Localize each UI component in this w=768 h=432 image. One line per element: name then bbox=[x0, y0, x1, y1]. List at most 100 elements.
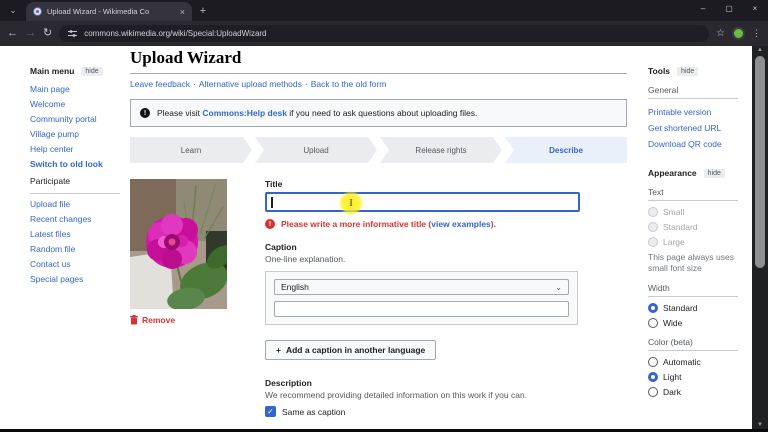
step-upload[interactable]: Upload bbox=[255, 137, 377, 163]
tools-section-general: General bbox=[648, 85, 738, 99]
upload-thumbnail-block: Remove bbox=[130, 179, 227, 429]
alternative-upload-methods-link[interactable]: Alternative upload methods bbox=[199, 79, 302, 89]
browser-tab[interactable]: Upload Wizard - Wikimedia Co × bbox=[26, 2, 192, 21]
radio-color-light[interactable] bbox=[648, 371, 658, 382]
radio-color-automatic-label: Automatic bbox=[663, 356, 701, 367]
step-release-rights[interactable]: Release rights bbox=[380, 137, 502, 163]
minimize-button[interactable]: – bbox=[690, 0, 716, 16]
main-menu-hide-button[interactable]: hide bbox=[81, 66, 103, 76]
description-label: Description bbox=[265, 378, 312, 388]
sidebar-item-main-page[interactable]: Main page bbox=[30, 82, 126, 97]
color-option-dark[interactable]: Dark bbox=[648, 386, 748, 397]
sidebar-item-recent-changes[interactable]: Recent changes bbox=[30, 212, 126, 227]
radio-large bbox=[648, 236, 658, 247]
remove-button[interactable]: Remove bbox=[130, 315, 227, 325]
radio-large-label: Large bbox=[663, 236, 685, 247]
sidebar-item-welcome[interactable]: Welcome bbox=[30, 97, 126, 112]
leave-feedback-link[interactable]: Leave feedback bbox=[130, 79, 190, 89]
mouse-cursor-highlight: I bbox=[339, 191, 363, 215]
radio-color-automatic[interactable] bbox=[648, 356, 658, 367]
vertical-scrollbar[interactable]: ▲ ▼ bbox=[752, 46, 768, 429]
caption-input[interactable] bbox=[274, 301, 569, 317]
tab-title: Upload Wizard - Wikimedia Co bbox=[47, 7, 150, 16]
same-as-caption-checkbox[interactable]: ✓ bbox=[265, 406, 276, 417]
radio-width-wide[interactable] bbox=[648, 317, 658, 328]
main-column: Upload Wizard Leave feedback · Alternative… bbox=[130, 48, 627, 429]
browser-menu-icon[interactable]: ⋮ bbox=[752, 28, 761, 39]
sidebar-item-village-pump[interactable]: Village pump bbox=[30, 127, 126, 142]
text-size-note: This page always uses small font size bbox=[648, 252, 734, 274]
tab-search-button[interactable]: ⌄ bbox=[0, 0, 26, 21]
download-qr-code-link[interactable]: Download QR code bbox=[648, 136, 748, 152]
help-desk-link[interactable]: Commons:Help desk bbox=[202, 108, 287, 118]
sidebar-item-switch-old-look[interactable]: Switch to old look bbox=[30, 157, 126, 172]
printable-version-link[interactable]: Printable version bbox=[648, 104, 748, 120]
step-describe[interactable]: Describe bbox=[505, 137, 627, 163]
text-size-option-small: Small bbox=[648, 206, 748, 217]
text-size-option-large: Large bbox=[648, 236, 748, 247]
sidebar-item-random-file[interactable]: Random file bbox=[30, 242, 126, 257]
appearance-section-width: Width bbox=[648, 283, 738, 298]
error-text-post: ). bbox=[490, 219, 496, 229]
chevron-down-icon: ⌄ bbox=[555, 282, 562, 292]
text-caret bbox=[271, 197, 273, 208]
radio-color-dark[interactable] bbox=[648, 386, 658, 397]
notice-text-post: if you need to ask questions about uploa… bbox=[289, 108, 478, 118]
tab-close-icon[interactable]: × bbox=[180, 7, 185, 17]
scroll-down-icon[interactable]: ▼ bbox=[752, 422, 768, 428]
close-button[interactable]: × bbox=[742, 0, 768, 16]
back-to-old-form-link[interactable]: Back to the old form bbox=[311, 79, 387, 89]
radio-color-dark-label: Dark bbox=[663, 386, 681, 397]
profile-avatar[interactable] bbox=[732, 27, 745, 40]
main-menu-title: Main menu bbox=[30, 66, 75, 76]
sidebar-item-community-portal[interactable]: Community portal bbox=[30, 112, 126, 127]
scroll-up-icon[interactable]: ▲ bbox=[752, 47, 768, 53]
new-tab-button[interactable]: + bbox=[192, 5, 214, 17]
add-caption-button[interactable]: + Add a caption in another language bbox=[265, 340, 437, 360]
trash-icon bbox=[130, 315, 138, 325]
reload-button[interactable]: ↻ bbox=[43, 28, 52, 39]
radio-width-wide-label: Wide bbox=[663, 317, 683, 328]
appearance-section-text: Text bbox=[648, 187, 738, 201]
info-icon: ! bbox=[140, 108, 150, 118]
sidebar-item-contact-us[interactable]: Contact us bbox=[30, 257, 126, 272]
forward-button: → bbox=[25, 27, 36, 39]
get-shortened-url-link[interactable]: Get shortened URL bbox=[648, 120, 748, 136]
caption-language-select[interactable]: English ⌄ bbox=[274, 279, 569, 295]
maximize-button[interactable]: ▢ bbox=[716, 0, 742, 16]
width-option-standard[interactable]: Standard bbox=[648, 302, 748, 313]
check-icon: ✓ bbox=[267, 407, 274, 416]
subnav-separator: · bbox=[193, 79, 196, 89]
ibeam-cursor-icon: I bbox=[349, 197, 353, 209]
bookmark-star-icon[interactable]: ☆ bbox=[716, 28, 725, 39]
error-text-pre: Please write a more informative title ( bbox=[281, 219, 432, 229]
step-learn[interactable]: Learn bbox=[130, 137, 252, 163]
radio-width-standard[interactable] bbox=[648, 302, 658, 313]
width-option-wide[interactable]: Wide bbox=[648, 317, 748, 328]
appearance-hide-button[interactable]: hide bbox=[703, 168, 725, 178]
sidebar-item-help-center[interactable]: Help center bbox=[30, 142, 126, 157]
scrollbar-thumb[interactable] bbox=[755, 56, 765, 268]
sidebar-item-latest-files[interactable]: Latest files bbox=[30, 227, 126, 242]
color-option-automatic[interactable]: Automatic bbox=[648, 356, 748, 367]
sidebar-item-special-pages[interactable]: Special pages bbox=[30, 272, 126, 287]
view-examples-link[interactable]: view examples bbox=[431, 219, 491, 229]
browser-toolbar: ← → ↻ commons.wikimedia.org/wiki/Special… bbox=[0, 21, 768, 46]
color-option-light[interactable]: Light bbox=[648, 371, 748, 382]
subnav-separator: · bbox=[304, 79, 308, 89]
radio-width-standard-label: Standard bbox=[663, 302, 698, 313]
tools-hide-button[interactable]: hide bbox=[677, 66, 699, 76]
screen: ⌄ Upload Wizard - Wikimedia Co × + – ▢ ×… bbox=[0, 0, 768, 432]
caption-panel: English ⌄ bbox=[265, 271, 578, 325]
title-input[interactable]: I bbox=[265, 191, 580, 215]
wizard-steps: Learn Upload Release rights Describe bbox=[130, 137, 627, 163]
back-button[interactable]: ← bbox=[7, 28, 18, 39]
plus-icon: + bbox=[276, 345, 281, 355]
chevron-down-icon: ⌄ bbox=[9, 5, 17, 15]
url-bar[interactable]: commons.wikimedia.org/wiki/Special:Uploa… bbox=[59, 25, 710, 42]
radio-color-light-label: Light bbox=[663, 371, 682, 382]
description-help: We recommend providing detailed informat… bbox=[265, 390, 528, 400]
same-as-caption-label: Same as caption bbox=[282, 406, 346, 417]
sidebar-item-upload-file[interactable]: Upload file bbox=[30, 197, 126, 212]
subnav: Leave feedback · Alternative upload method… bbox=[130, 79, 627, 89]
